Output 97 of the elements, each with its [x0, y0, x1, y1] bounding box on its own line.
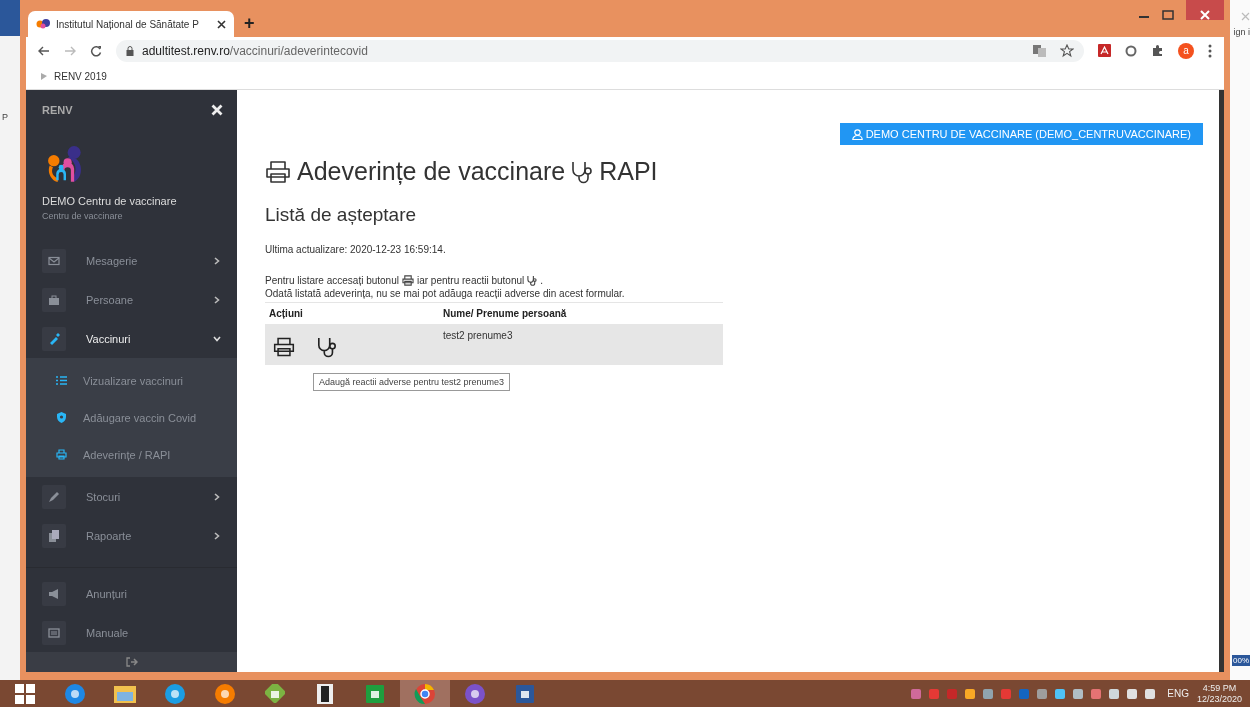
- translate-icon[interactable]: [1033, 44, 1046, 57]
- profile-avatar[interactable]: a: [1178, 42, 1194, 59]
- tray-icon[interactable]: [1073, 688, 1084, 699]
- clock-date: 12/23/2020: [1196, 693, 1242, 705]
- zoom-level-text: 00%: [1232, 655, 1250, 666]
- star-icon[interactable]: [1060, 43, 1074, 58]
- tab-title: Institutul Național de Sănătate P: [56, 18, 200, 30]
- browser-icon: [64, 682, 86, 705]
- maximize-icon[interactable]: [1162, 10, 1174, 20]
- close-icon[interactable]: [217, 19, 226, 29]
- app-edge-text: ign i: [1232, 27, 1250, 37]
- clock-time: 4:59 PM: [1202, 682, 1237, 694]
- book-icon: [42, 620, 66, 645]
- menu-item[interactable]: Anunțuri: [26, 574, 237, 614]
- document-icon: [515, 683, 535, 704]
- printer-icon[interactable]: [273, 336, 295, 358]
- tooltip: Adaugă reactii adverse pentru test2 prenume3: [313, 373, 511, 391]
- tray-icon[interactable]: [1127, 688, 1138, 699]
- submenu-item[interactable]: Adeverințe / RAPI: [26, 436, 237, 474]
- app-edge-text: P: [1, 112, 9, 122]
- tray-icon[interactable]: [1037, 688, 1048, 699]
- circle-icon[interactable]: [1125, 44, 1137, 57]
- chevron-icon: [213, 334, 221, 343]
- tray-icon[interactable]: [965, 688, 976, 699]
- instruction-text: .: [540, 275, 544, 286]
- printer-icon: [265, 159, 291, 184]
- reload-icon[interactable]: [90, 44, 102, 57]
- address-bar[interactable]: adultitest.renv.ro/vaccinuri/adeverintecovid: [116, 39, 1084, 62]
- logout-icon[interactable]: [125, 657, 138, 668]
- table-cell-text: test2 prenume3: [443, 329, 513, 341]
- bookmark-favicon-icon: [40, 72, 48, 81]
- menu-item[interactable]: Persoane: [26, 280, 237, 320]
- organization-role: Centru de vaccinare: [42, 211, 124, 222]
- chrome-browser-icon: [414, 682, 436, 705]
- new-tab-button[interactable]: +: [244, 13, 255, 32]
- tray-icon[interactable]: [1091, 688, 1102, 699]
- instruction-text: Pentru listare accesați butonul: [265, 275, 399, 286]
- puzzle-icon[interactable]: [1151, 44, 1164, 57]
- film-icon: [317, 683, 333, 704]
- syringe-icon: [42, 326, 66, 351]
- windows-logo-icon: [15, 683, 35, 704]
- shield-icon: [56, 412, 67, 424]
- column-header: Acțiuni: [269, 308, 304, 319]
- megaphone-icon: [42, 581, 66, 606]
- stethoscope-icon[interactable]: [317, 336, 337, 358]
- chevron-icon: [213, 295, 221, 304]
- browser-tab[interactable]: Institutul Național de Sănătate P: [28, 11, 234, 37]
- menu-item[interactable]: Vaccinuri: [26, 319, 237, 359]
- bookmark-link[interactable]: RENV 2019: [40, 71, 107, 82]
- briefcase-icon: [42, 287, 66, 312]
- shopping-bag-icon: [365, 683, 385, 704]
- submenu-item[interactable]: Adăugare vaccin Covid: [26, 399, 237, 437]
- browser-icon: [164, 682, 186, 705]
- list-icon: [56, 375, 67, 387]
- pdf-icon[interactable]: [1098, 44, 1111, 57]
- lock-icon: [126, 45, 134, 56]
- pen-icon: [42, 484, 66, 509]
- submenu-item[interactable]: Vizualizare vaccinuri: [26, 362, 237, 400]
- last-update-text: Ultima actualizare: 2020-12-23 16:59:14.: [265, 244, 447, 255]
- menu-item[interactable]: Stocuri: [26, 477, 237, 517]
- chevron-icon: [213, 492, 221, 501]
- tray-icon[interactable]: [983, 688, 994, 699]
- documents-icon: [42, 523, 66, 548]
- folder-icon: [114, 683, 136, 704]
- section-title: Listă de așteptare: [265, 204, 418, 226]
- stethoscope-icon: [571, 159, 594, 184]
- menu-item[interactable]: Rapoarte: [26, 516, 237, 556]
- column-header: Nume/ Prenume persoană: [443, 308, 567, 319]
- organization-name: DEMO Centru de vaccinare: [42, 195, 178, 208]
- user-button[interactable]: DEMO CENTRU DE VACCINARE (DEMO_CENTRUVACCINARE): [839, 123, 1203, 145]
- printer-icon: [56, 449, 67, 461]
- chevron-icon: [213, 531, 221, 540]
- instruction-text: iar pentru reactii butonul: [416, 275, 525, 286]
- notice-text: Odată listată adeverința, nu se mai pot adăuga reacții adverse din acest formular.: [265, 288, 626, 299]
- close-icon: [1241, 12, 1250, 21]
- chevron-icon: [213, 256, 221, 265]
- menu-icon[interactable]: [1208, 43, 1212, 58]
- tray-icon[interactable]: [1145, 688, 1156, 699]
- close-icon: [1200, 10, 1210, 20]
- close-window-button[interactable]: [1186, 0, 1224, 20]
- stethoscope-icon: [527, 275, 538, 286]
- menu-item[interactable]: Manuale: [26, 613, 237, 653]
- envelope-icon: [42, 248, 66, 273]
- printer-icon: [401, 275, 414, 286]
- language-indicator[interactable]: ENG: [1167, 688, 1189, 699]
- tray-icon[interactable]: [1109, 688, 1120, 699]
- browser-icon: [464, 682, 486, 705]
- family-logo-icon: [36, 18, 50, 30]
- brand-name: RENV: [42, 104, 73, 116]
- tray-icon[interactable]: [1055, 688, 1066, 699]
- back-icon[interactable]: [38, 45, 50, 56]
- browser-icon: [214, 682, 236, 705]
- user-icon: [851, 128, 863, 140]
- menu-item[interactable]: Mesagerie: [26, 241, 237, 281]
- page-title-suffix: RAPI: [599, 157, 658, 186]
- page-title: Adeverințe de vaccinare: [297, 157, 566, 186]
- help-icon: [265, 683, 285, 704]
